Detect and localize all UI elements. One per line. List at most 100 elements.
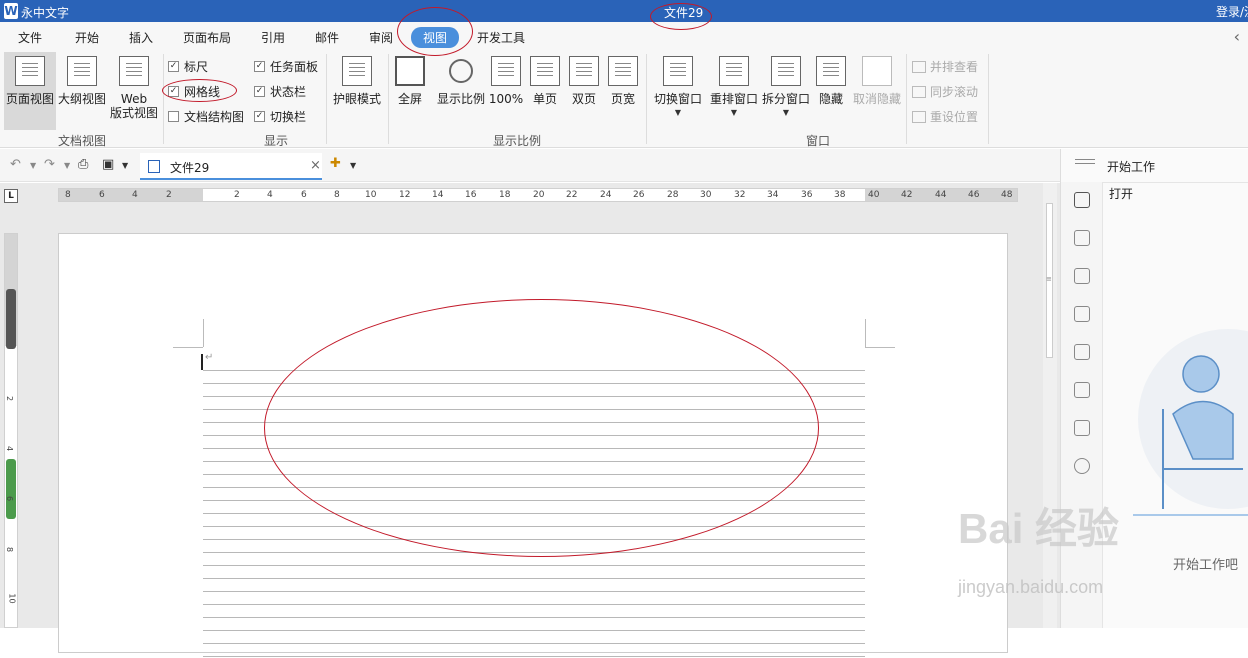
switch-window-button[interactable]: 切换窗口 ▼ bbox=[651, 52, 705, 120]
ruler-label: 46 bbox=[968, 190, 980, 200]
outline-view-label: 大纲视图 bbox=[57, 92, 106, 106]
ruler-label: 10 bbox=[7, 593, 17, 604]
switch-window-icon bbox=[663, 56, 693, 86]
reset-position-label: 重设位置 bbox=[930, 110, 979, 124]
panel-menu-icon[interactable] bbox=[1075, 159, 1095, 167]
copy-icon[interactable] bbox=[1074, 382, 1090, 398]
tab-insert[interactable]: 插入 bbox=[129, 29, 153, 46]
zoom-button[interactable]: 显示比例 bbox=[434, 52, 488, 106]
tab-review[interactable]: 审阅 bbox=[369, 29, 393, 46]
ruler-handle[interactable] bbox=[6, 459, 16, 519]
app-logo: W bbox=[4, 3, 18, 19]
tab-page-layout[interactable]: 页面布局 bbox=[183, 29, 231, 46]
document-page[interactable]: ↵ bbox=[58, 233, 1008, 658]
group-label-zoom: 显示比例 bbox=[493, 134, 542, 148]
ruler-label: 48 bbox=[1001, 190, 1013, 200]
edit-icon[interactable] bbox=[1074, 420, 1090, 436]
new-document-dropdown-icon[interactable]: ▼ bbox=[350, 161, 356, 170]
page-view-button[interactable]: 页面视图 bbox=[4, 52, 56, 130]
ruler-label: 38 bbox=[834, 190, 846, 200]
task-pane-label: 任务面板 bbox=[270, 60, 319, 74]
document-gridlines bbox=[203, 358, 865, 658]
save-icon[interactable]: ▣ bbox=[102, 157, 114, 172]
status-bar-label: 状态栏 bbox=[270, 85, 307, 99]
reset-position-button[interactable]: 重设位置 bbox=[912, 108, 978, 125]
undo-icon[interactable]: ↶ bbox=[10, 157, 21, 172]
page-width-button[interactable]: 页宽 bbox=[605, 52, 641, 106]
ruler-label: 40 bbox=[868, 190, 880, 200]
new-document-icon[interactable]: ✚ bbox=[330, 156, 341, 171]
open-link[interactable]: 打开 bbox=[1109, 185, 1133, 202]
rearrange-window-button[interactable]: 重排窗口 ▼ bbox=[709, 52, 759, 120]
switch-bar-checkbox[interactable]: ✓ 切换栏 bbox=[254, 108, 306, 125]
page-view-icon bbox=[15, 56, 45, 86]
collapse-ribbon-icon[interactable]: ‹ bbox=[1234, 27, 1240, 46]
ruler-label: 4 bbox=[5, 445, 15, 452]
sliders-icon[interactable] bbox=[1074, 230, 1090, 246]
task-pane-checkbox[interactable]: ✓ 任务面板 bbox=[254, 58, 318, 75]
web-view-button[interactable]: Web 版式视图 bbox=[108, 52, 160, 120]
rearrange-window-label: 重排窗口 bbox=[709, 92, 758, 106]
ruler-label: 4 bbox=[267, 190, 273, 200]
login-link[interactable]: 登录/注 bbox=[1216, 3, 1248, 20]
tab-home[interactable]: 开始 bbox=[75, 29, 99, 46]
gridlines-label: 网格线 bbox=[184, 85, 221, 99]
tab-file[interactable]: 文件 bbox=[18, 29, 42, 46]
outline-view-button[interactable]: 大纲视图 bbox=[57, 52, 107, 106]
check-icon: ✓ bbox=[254, 86, 265, 97]
ruler-checkbox[interactable]: ✓ 标尺 bbox=[168, 58, 208, 75]
ruler-handle[interactable] bbox=[6, 289, 16, 349]
hide-window-button[interactable]: 隐藏 bbox=[814, 52, 848, 106]
side-by-side-button[interactable]: 并排查看 bbox=[912, 58, 978, 75]
redo-dropdown-icon[interactable]: ▼ bbox=[64, 161, 70, 170]
horizontal-ruler[interactable]: 8 6 4 2 2 4 6 8 10 12 14 16 18 20 22 24 … bbox=[58, 188, 1018, 202]
group-separator bbox=[906, 54, 907, 144]
ruler-label: 34 bbox=[767, 190, 779, 200]
sync-scroll-icon bbox=[912, 85, 926, 98]
app-name: 永中文字 bbox=[21, 6, 70, 20]
sync-scroll-button[interactable]: 同步滚动 bbox=[912, 83, 978, 100]
tab-stop-selector[interactable]: L bbox=[4, 189, 18, 203]
check-icon: ✓ bbox=[168, 86, 179, 97]
fullscreen-button[interactable]: 全屏 bbox=[392, 52, 428, 106]
print-preview-icon[interactable]: ⎙ bbox=[78, 157, 88, 172]
split-window-label: 拆分窗口 bbox=[761, 92, 810, 106]
hand-icon[interactable] bbox=[1074, 344, 1090, 360]
document-tab[interactable]: 文件29 × bbox=[140, 153, 322, 180]
unhide-window-button[interactable]: 取消隐藏 bbox=[851, 52, 903, 106]
ruler-label: 4 bbox=[132, 190, 138, 200]
tab-view[interactable]: 视图 bbox=[411, 27, 460, 48]
double-page-button[interactable]: 双页 bbox=[566, 52, 602, 106]
group-separator bbox=[988, 54, 989, 144]
structure-icon[interactable] bbox=[1074, 268, 1090, 284]
tab-developer[interactable]: 开发工具 bbox=[477, 29, 525, 46]
page-view-label: 页面视图 bbox=[5, 92, 54, 106]
watermark-url: jingyan.baidu.com bbox=[958, 577, 1104, 597]
zoom-100-label: 100% bbox=[488, 92, 524, 106]
vertical-ruler[interactable]: 2 4 6 8 10 bbox=[4, 233, 18, 628]
split-window-button[interactable]: 拆分窗口 ▼ bbox=[761, 52, 811, 120]
pen-icon[interactable] bbox=[1074, 192, 1090, 208]
undo-dropdown-icon[interactable]: ▼ bbox=[30, 161, 36, 170]
close-tab-icon[interactable]: × bbox=[310, 158, 321, 173]
ruler-label: 2 bbox=[5, 395, 15, 402]
doc-structure-checkbox[interactable]: 文档结构图 bbox=[168, 108, 244, 125]
gridlines-checkbox[interactable]: ✓ 网格线 bbox=[168, 83, 220, 100]
tab-references[interactable]: 引用 bbox=[261, 29, 285, 46]
redo-icon[interactable]: ↷ bbox=[44, 157, 55, 172]
help-icon[interactable] bbox=[1074, 458, 1090, 474]
eye-mode-button[interactable]: 护眼模式 bbox=[330, 52, 384, 106]
lock-icon[interactable] bbox=[1074, 306, 1090, 322]
single-page-button[interactable]: 单页 bbox=[528, 52, 562, 106]
vertical-scrollbar[interactable]: ≡ bbox=[1043, 183, 1057, 628]
ruler-label: 28 bbox=[667, 190, 679, 200]
margin-corner-mark bbox=[203, 319, 204, 347]
group-separator bbox=[646, 54, 647, 144]
ruler-label: 2 bbox=[234, 190, 240, 200]
group-separator bbox=[326, 54, 327, 144]
zoom-100-button[interactable]: 100% bbox=[488, 52, 524, 106]
status-bar-checkbox[interactable]: ✓ 状态栏 bbox=[254, 83, 306, 100]
customize-dropdown-icon[interactable]: ▼ bbox=[122, 161, 128, 170]
ruler-label: 2 bbox=[166, 190, 172, 200]
tab-mailings[interactable]: 邮件 bbox=[315, 29, 339, 46]
